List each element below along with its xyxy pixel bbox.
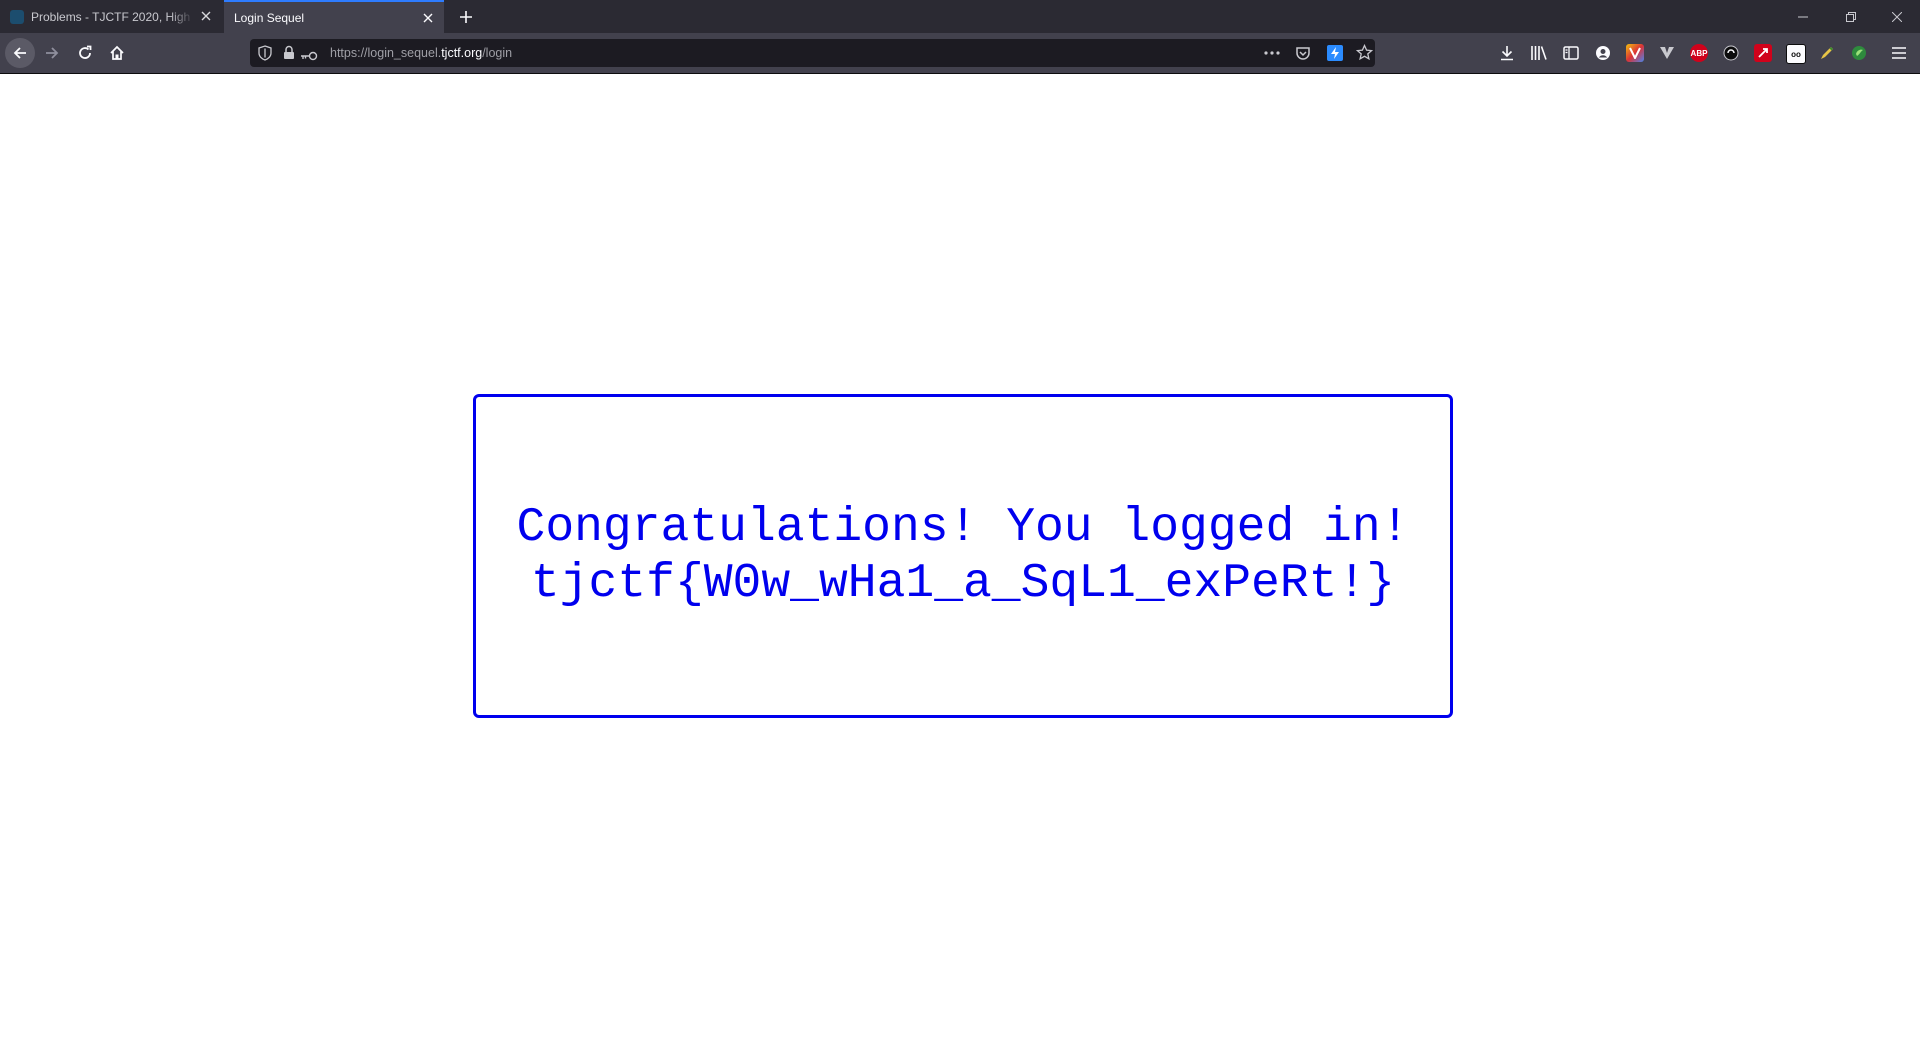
tab-title: Problems - TJCTF 2020, High School Captu… <box>31 9 194 24</box>
tjctf-favicon-icon <box>10 9 24 24</box>
lightning-extension-icon[interactable] <box>1327 45 1343 61</box>
url-host: tjctf.org <box>441 46 483 60</box>
green-extension-icon[interactable] <box>1850 44 1868 62</box>
navigation-toolbar: https://login_sequel.tjctf.org/login ABP <box>0 33 1920 74</box>
tab-login-sequel[interactable]: Login Sequel <box>224 0 444 33</box>
page-actions-icon[interactable] <box>1263 45 1281 66</box>
minimize-button[interactable] <box>1780 0 1826 33</box>
bookmark-star-icon[interactable] <box>1355 43 1374 66</box>
v-extension-icon[interactable] <box>1658 44 1676 62</box>
account-icon[interactable] <box>1594 44 1612 62</box>
success-message: Congratulations! You logged in! tjctf{W0… <box>493 500 1433 612</box>
url-prefix: https://login_sequel. <box>330 46 442 60</box>
congratulations-text: Congratulations! You logged in! <box>516 501 1410 555</box>
home-button[interactable] <box>102 38 132 68</box>
vim-extension-icon[interactable] <box>1626 44 1644 62</box>
close-tab-icon[interactable] <box>198 8 214 24</box>
link-extension-icon[interactable] <box>1722 44 1740 62</box>
sidebar-icon[interactable] <box>1562 44 1580 62</box>
pencil-extension-icon[interactable] <box>1818 44 1836 62</box>
close-window-button[interactable] <box>1874 0 1920 33</box>
pocket-icon[interactable] <box>1295 45 1311 66</box>
lock-icon[interactable] <box>283 45 295 65</box>
page-content: Congratulations! You logged in! tjctf{W0… <box>0 74 1920 1040</box>
restore-button[interactable] <box>1828 0 1874 33</box>
tracking-shield-icon[interactable] <box>258 45 272 66</box>
oo-extension-icon[interactable]: oo <box>1786 44 1806 64</box>
key-icon[interactable] <box>300 48 318 66</box>
library-icon[interactable] <box>1530 44 1548 62</box>
url-bar[interactable]: https://login_sequel.tjctf.org/login <box>250 39 1375 67</box>
url-text: https://login_sequel.tjctf.org/login <box>330 46 512 60</box>
menu-icon[interactable] <box>1890 44 1908 62</box>
abp-icon[interactable]: ABP <box>1690 44 1708 62</box>
back-button[interactable] <box>5 38 35 68</box>
new-tab-button[interactable] <box>454 5 478 29</box>
tab-problems[interactable]: Problems - TJCTF 2020, High School Captu… <box>0 0 222 33</box>
close-tab-icon[interactable] <box>420 10 436 26</box>
flag-text: tjctf{W0w_wHa1_a_SqL1_exPeRt!} <box>530 557 1396 611</box>
forward-button[interactable] <box>37 38 67 68</box>
download-icon[interactable] <box>1498 44 1516 62</box>
red-extension-icon[interactable] <box>1754 44 1772 62</box>
title-bar: Problems - TJCTF 2020, High School Captu… <box>0 0 1920 33</box>
reload-button[interactable] <box>70 38 100 68</box>
url-path: /login <box>482 46 513 60</box>
message-box: Congratulations! You logged in! tjctf{W0… <box>473 394 1453 718</box>
tab-title: Login Sequel <box>234 10 305 25</box>
